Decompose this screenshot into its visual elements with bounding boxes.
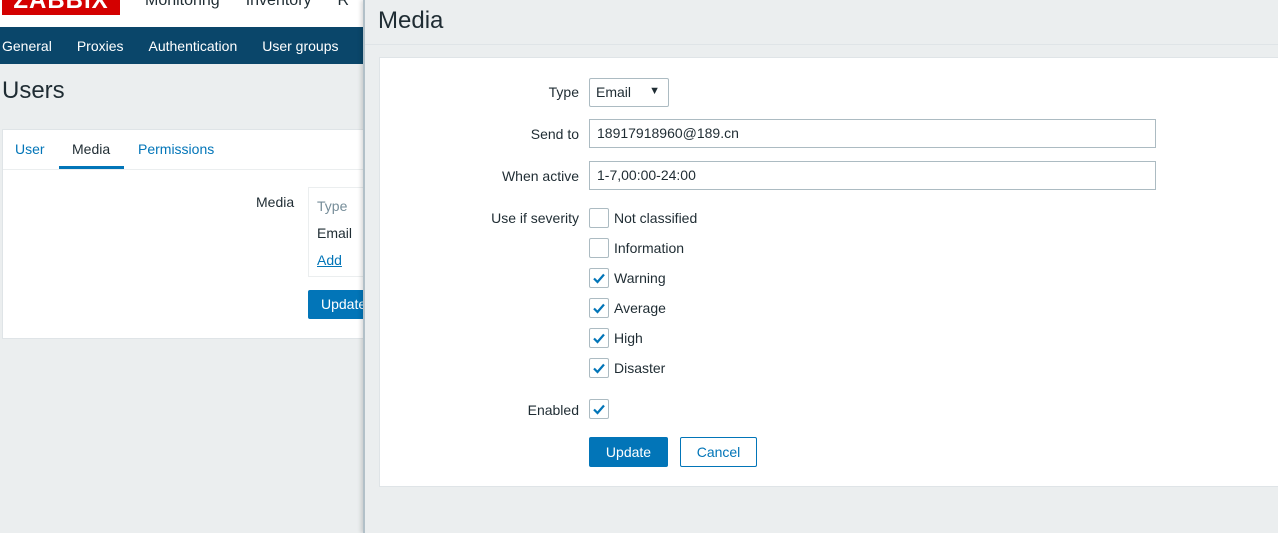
checkmark-icon (593, 333, 605, 344)
media-label: Media (256, 194, 295, 210)
media-table-header-type: Type (317, 198, 348, 214)
severity-label-average[interactable]: Average (614, 300, 666, 316)
severity-label-information[interactable]: Information (614, 240, 684, 256)
add-media-link[interactable]: Add (317, 252, 342, 268)
user-tabs: User Media Permissions (3, 130, 381, 170)
severity-checkbox-warning[interactable] (589, 268, 609, 288)
cancel-button[interactable]: Cancel (680, 437, 757, 467)
main-menu: Monitoring Inventory R (145, 0, 349, 10)
severity-label-high[interactable]: High (614, 330, 643, 346)
dialog-title: Media (378, 7, 444, 34)
severity-checkbox-high[interactable] (589, 328, 609, 348)
dialog-divider (365, 44, 1278, 45)
tab-media[interactable]: Media (72, 141, 110, 157)
media-form: Type Email ▼ Send to 18917918960@189.cn … (379, 57, 1278, 487)
checkmark-icon (593, 363, 605, 374)
checkmark-icon (593, 273, 605, 284)
when-active-input[interactable]: 1-7,00:00-24:00 (589, 161, 1156, 190)
severity-checkbox-information[interactable] (589, 238, 609, 258)
menu-monitoring[interactable]: Monitoring (145, 0, 220, 10)
send-to-input[interactable]: 18917918960@189.cn (589, 119, 1156, 148)
menu-inventory[interactable]: Inventory (246, 0, 312, 10)
active-tab-indicator (59, 166, 124, 169)
type-select-value: Email (596, 84, 632, 100)
checkmark-icon (593, 404, 605, 415)
severity-checkbox-average[interactable] (589, 298, 609, 318)
tab-permissions[interactable]: Permissions (138, 141, 214, 157)
severity-checkbox-not-classified[interactable] (589, 208, 609, 228)
severity-label-disaster[interactable]: Disaster (614, 360, 665, 376)
menu-reports[interactable]: R (338, 0, 350, 10)
severity-checkbox-disaster[interactable] (589, 358, 609, 378)
send-to-label: Send to (530, 126, 579, 142)
type-select[interactable]: Email ▼ (589, 78, 669, 107)
zabbix-logo[interactable]: ZABBIX (2, 0, 120, 15)
media-dialog: Media Type Email ▼ Send to 18917918960@1… (363, 0, 1278, 533)
severity-label: Use if severity (491, 210, 579, 226)
subnav-proxies[interactable]: Proxies (77, 38, 124, 54)
tab-user[interactable]: User (15, 141, 45, 157)
enabled-label: Enabled (527, 402, 579, 418)
user-form-panel: User Media Permissions Media Type Email … (2, 129, 388, 339)
chevron-down-icon: ▼ (649, 85, 660, 97)
update-button[interactable]: Update (589, 437, 668, 467)
enabled-checkbox[interactable] (589, 399, 609, 419)
when-active-label: When active (501, 168, 579, 184)
checkmark-icon (593, 303, 605, 314)
media-table-row: Email (317, 225, 353, 241)
page-title: Users (2, 77, 65, 104)
subnav-user-groups[interactable]: User groups (262, 38, 338, 54)
severity-label-not-classified[interactable]: Not classified (614, 210, 697, 226)
severity-label-warning[interactable]: Warning (614, 270, 666, 286)
subnav-general[interactable]: General (2, 38, 52, 54)
type-label: Type (548, 84, 579, 100)
subnav-authentication[interactable]: Authentication (149, 38, 238, 54)
